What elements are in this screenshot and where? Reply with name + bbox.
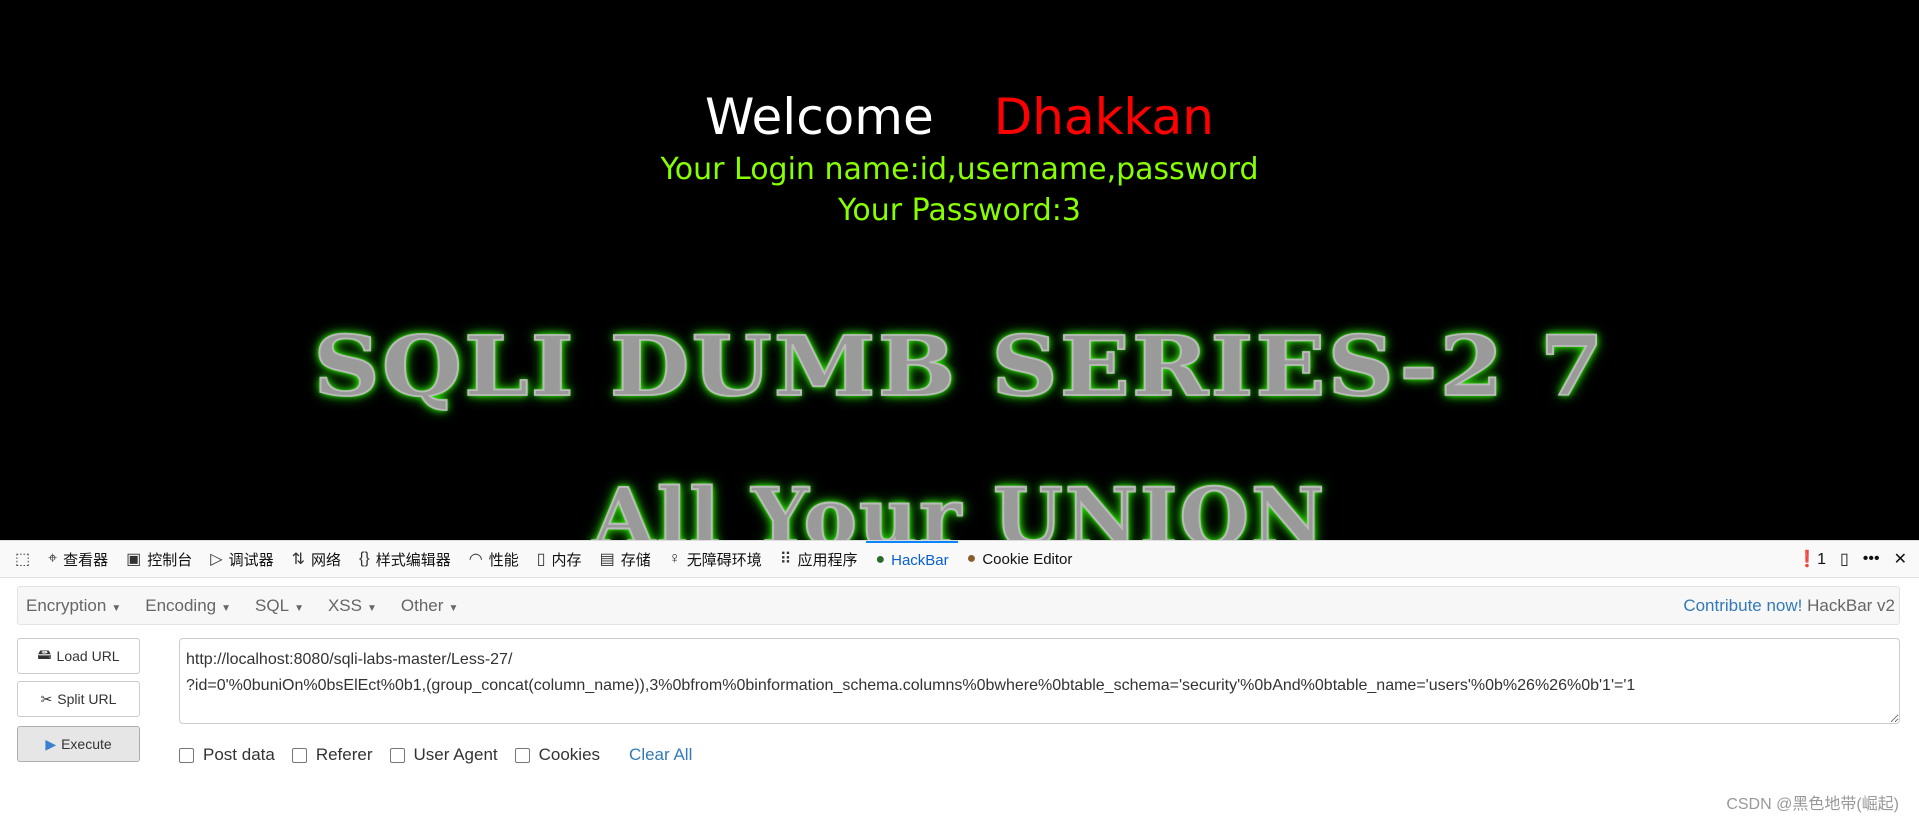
inspector-icon: ⌖ bbox=[48, 550, 58, 567]
hackbar-icon: ● bbox=[875, 551, 886, 568]
tab-console[interactable]: ▣ 控制台 bbox=[117, 541, 201, 577]
contribute-area: Contribute now! HackBar v2 bbox=[1683, 596, 1899, 616]
clear-all-link[interactable]: Clear All bbox=[629, 745, 692, 765]
menu-label: XSS bbox=[327, 595, 362, 615]
option-label: Referer bbox=[315, 745, 373, 764]
debugger-icon: ▷ bbox=[210, 551, 223, 568]
memory-icon: ▯ bbox=[536, 551, 546, 568]
tab-application[interactable]: ⠿ 应用程序 bbox=[771, 541, 867, 577]
button-label: Load URL bbox=[56, 648, 120, 664]
tab-label: Cookie Editor bbox=[982, 550, 1073, 568]
responsive-design-icon[interactable]: ▯ bbox=[1840, 549, 1849, 569]
network-icon: ⇅ bbox=[291, 551, 306, 568]
watermark: CSDN @黑色地带(崛起) bbox=[1726, 796, 1899, 813]
user-agent-option[interactable]: User Agent bbox=[389, 745, 498, 765]
tab-label: HackBar bbox=[891, 551, 949, 569]
error-indicator[interactable]: ❗1 bbox=[1797, 549, 1826, 569]
more-options-icon[interactable]: ••• bbox=[1863, 550, 1880, 568]
tab-cookie-editor[interactable]: ● Cookie Editor bbox=[958, 541, 1082, 577]
close-icon[interactable]: ✕ bbox=[1894, 549, 1907, 569]
load-url-icon: 🖴 bbox=[37, 646, 52, 662]
menu-other[interactable]: Other ▼ bbox=[393, 596, 466, 616]
caret-down-icon: ▼ bbox=[221, 602, 232, 614]
tab-inspector[interactable]: ⌖ 查看器 bbox=[39, 541, 117, 577]
devtools-toolbar: ⬚ ⌖ 查看器 ▣ 控制台 ▷ 调试器 ⇅ 网络 {} 样式编辑器 ◠ 性能 ▯ 内存 ▤ 存储… bbox=[0, 540, 1919, 578]
play-icon: ▶ bbox=[45, 735, 57, 752]
login-name: Your Login name:id,username,password bbox=[660, 152, 1259, 187]
referer-option[interactable]: Referer bbox=[291, 745, 373, 765]
welcome-text: Welcome bbox=[705, 88, 934, 146]
hackbar-menu-bar: Encryption ▼ Encoding ▼ SQL ▼ XSS ▼ Other ▼ C… bbox=[17, 586, 1900, 625]
tab-label: 应用程序 bbox=[797, 551, 858, 569]
tab-label: 内存 bbox=[551, 551, 582, 569]
checkbox[interactable] bbox=[179, 747, 194, 763]
menu-sql[interactable]: SQL ▼ bbox=[247, 596, 312, 616]
style-editor-icon: {} bbox=[359, 550, 370, 567]
pick-element-icon: ⬚ bbox=[15, 551, 31, 568]
tab-label: 调试器 bbox=[228, 551, 274, 569]
welcome-line: Welcome Dhakkan bbox=[0, 88, 1919, 146]
cookies-option[interactable]: Cookies bbox=[514, 745, 601, 765]
caret-down-icon: ▼ bbox=[294, 602, 304, 614]
checkbox[interactable] bbox=[291, 747, 307, 763]
error-count: 1 bbox=[1817, 551, 1826, 568]
tab-style-editor[interactable]: {} 样式编辑器 bbox=[350, 541, 460, 577]
element-picker-button[interactable]: ⬚ bbox=[6, 541, 39, 577]
tab-accessibility[interactable]: ♀ 无障碍环境 bbox=[660, 541, 771, 577]
hackbar-version: HackBar v2 bbox=[1807, 595, 1895, 615]
tab-performance[interactable]: ◠ 性能 bbox=[460, 541, 528, 577]
tab-memory[interactable]: ▯ 内存 bbox=[528, 541, 591, 577]
tab-storage[interactable]: ▤ 存储 bbox=[591, 541, 660, 577]
accessibility-icon: ♀ bbox=[668, 550, 681, 567]
url-input[interactable]: http://localhost:8080/sqli-labs-master/L… bbox=[179, 638, 1900, 724]
checkbox[interactable] bbox=[514, 747, 530, 763]
caret-down-icon: ▼ bbox=[111, 602, 122, 614]
caret-down-icon: ▼ bbox=[367, 602, 377, 614]
option-label: User Agent bbox=[413, 745, 498, 764]
tab-label: 存储 bbox=[620, 551, 651, 569]
menu-label: SQL bbox=[255, 595, 290, 615]
user-name: Dhakkan bbox=[993, 88, 1214, 146]
scissors-icon: ✂ bbox=[40, 690, 53, 707]
menu-xss[interactable]: XSS ▼ bbox=[320, 596, 385, 616]
tab-label: 无障碍环境 bbox=[686, 551, 762, 569]
cookie-icon: ● bbox=[966, 550, 977, 567]
menu-label: Other bbox=[400, 595, 444, 615]
button-label: Split URL bbox=[57, 691, 117, 707]
tab-label: 控制台 bbox=[147, 551, 193, 569]
tab-debugger[interactable]: ▷ 调试器 bbox=[201, 541, 282, 577]
console-icon: ▣ bbox=[126, 551, 142, 568]
tab-hackbar[interactable]: ● HackBar bbox=[866, 541, 958, 577]
application-icon: ⠿ bbox=[779, 551, 792, 568]
password-line: Your Password:3 bbox=[838, 193, 1081, 228]
tab-label: 性能 bbox=[488, 551, 519, 569]
tab-label: 样式编辑器 bbox=[375, 551, 451, 569]
menu-label: Encoding bbox=[145, 595, 217, 615]
banner-title: SQLI DUMB SERIES-2 7 bbox=[312, 316, 1606, 415]
devtools-panel: ⬚ ⌖ 查看器 ▣ 控制台 ▷ 调试器 ⇅ 网络 {} 样式编辑器 ◠ 性能 ▯ 内存 ▤ 存储… bbox=[0, 540, 1919, 822]
menu-encoding[interactable]: Encoding ▼ bbox=[137, 596, 239, 616]
load-url-button[interactable]: 🖴 Load URL bbox=[17, 638, 140, 674]
storage-icon: ▤ bbox=[599, 551, 615, 568]
tab-label: 网络 bbox=[311, 551, 342, 569]
execute-button[interactable]: ▶ Execute bbox=[17, 726, 140, 762]
menu-encryption[interactable]: Encryption ▼ bbox=[18, 596, 129, 616]
menu-label: Encryption bbox=[26, 595, 107, 615]
contribute-link[interactable]: Contribute now! bbox=[1683, 596, 1802, 615]
split-url-button[interactable]: ✂ Split URL bbox=[17, 681, 140, 717]
tab-network[interactable]: ⇅ 网络 bbox=[283, 541, 350, 577]
options-row: Post data Referer User Agent Cookies Cle… bbox=[179, 745, 692, 765]
banner-subtitle: All Your UNION bbox=[592, 470, 1327, 540]
option-label: Cookies bbox=[538, 745, 601, 764]
tab-label: 查看器 bbox=[63, 551, 109, 569]
option-label: Post data bbox=[203, 745, 275, 764]
checkbox[interactable] bbox=[389, 747, 405, 763]
caret-down-icon: ▼ bbox=[448, 602, 459, 614]
post-data-option[interactable]: Post data bbox=[179, 745, 275, 765]
error-icon: ❗ bbox=[1797, 551, 1818, 568]
web-page: Welcome Dhakkan Your Login name:id,userna… bbox=[0, 0, 1919, 540]
button-label: Execute bbox=[61, 736, 112, 752]
performance-icon: ◠ bbox=[468, 551, 483, 568]
